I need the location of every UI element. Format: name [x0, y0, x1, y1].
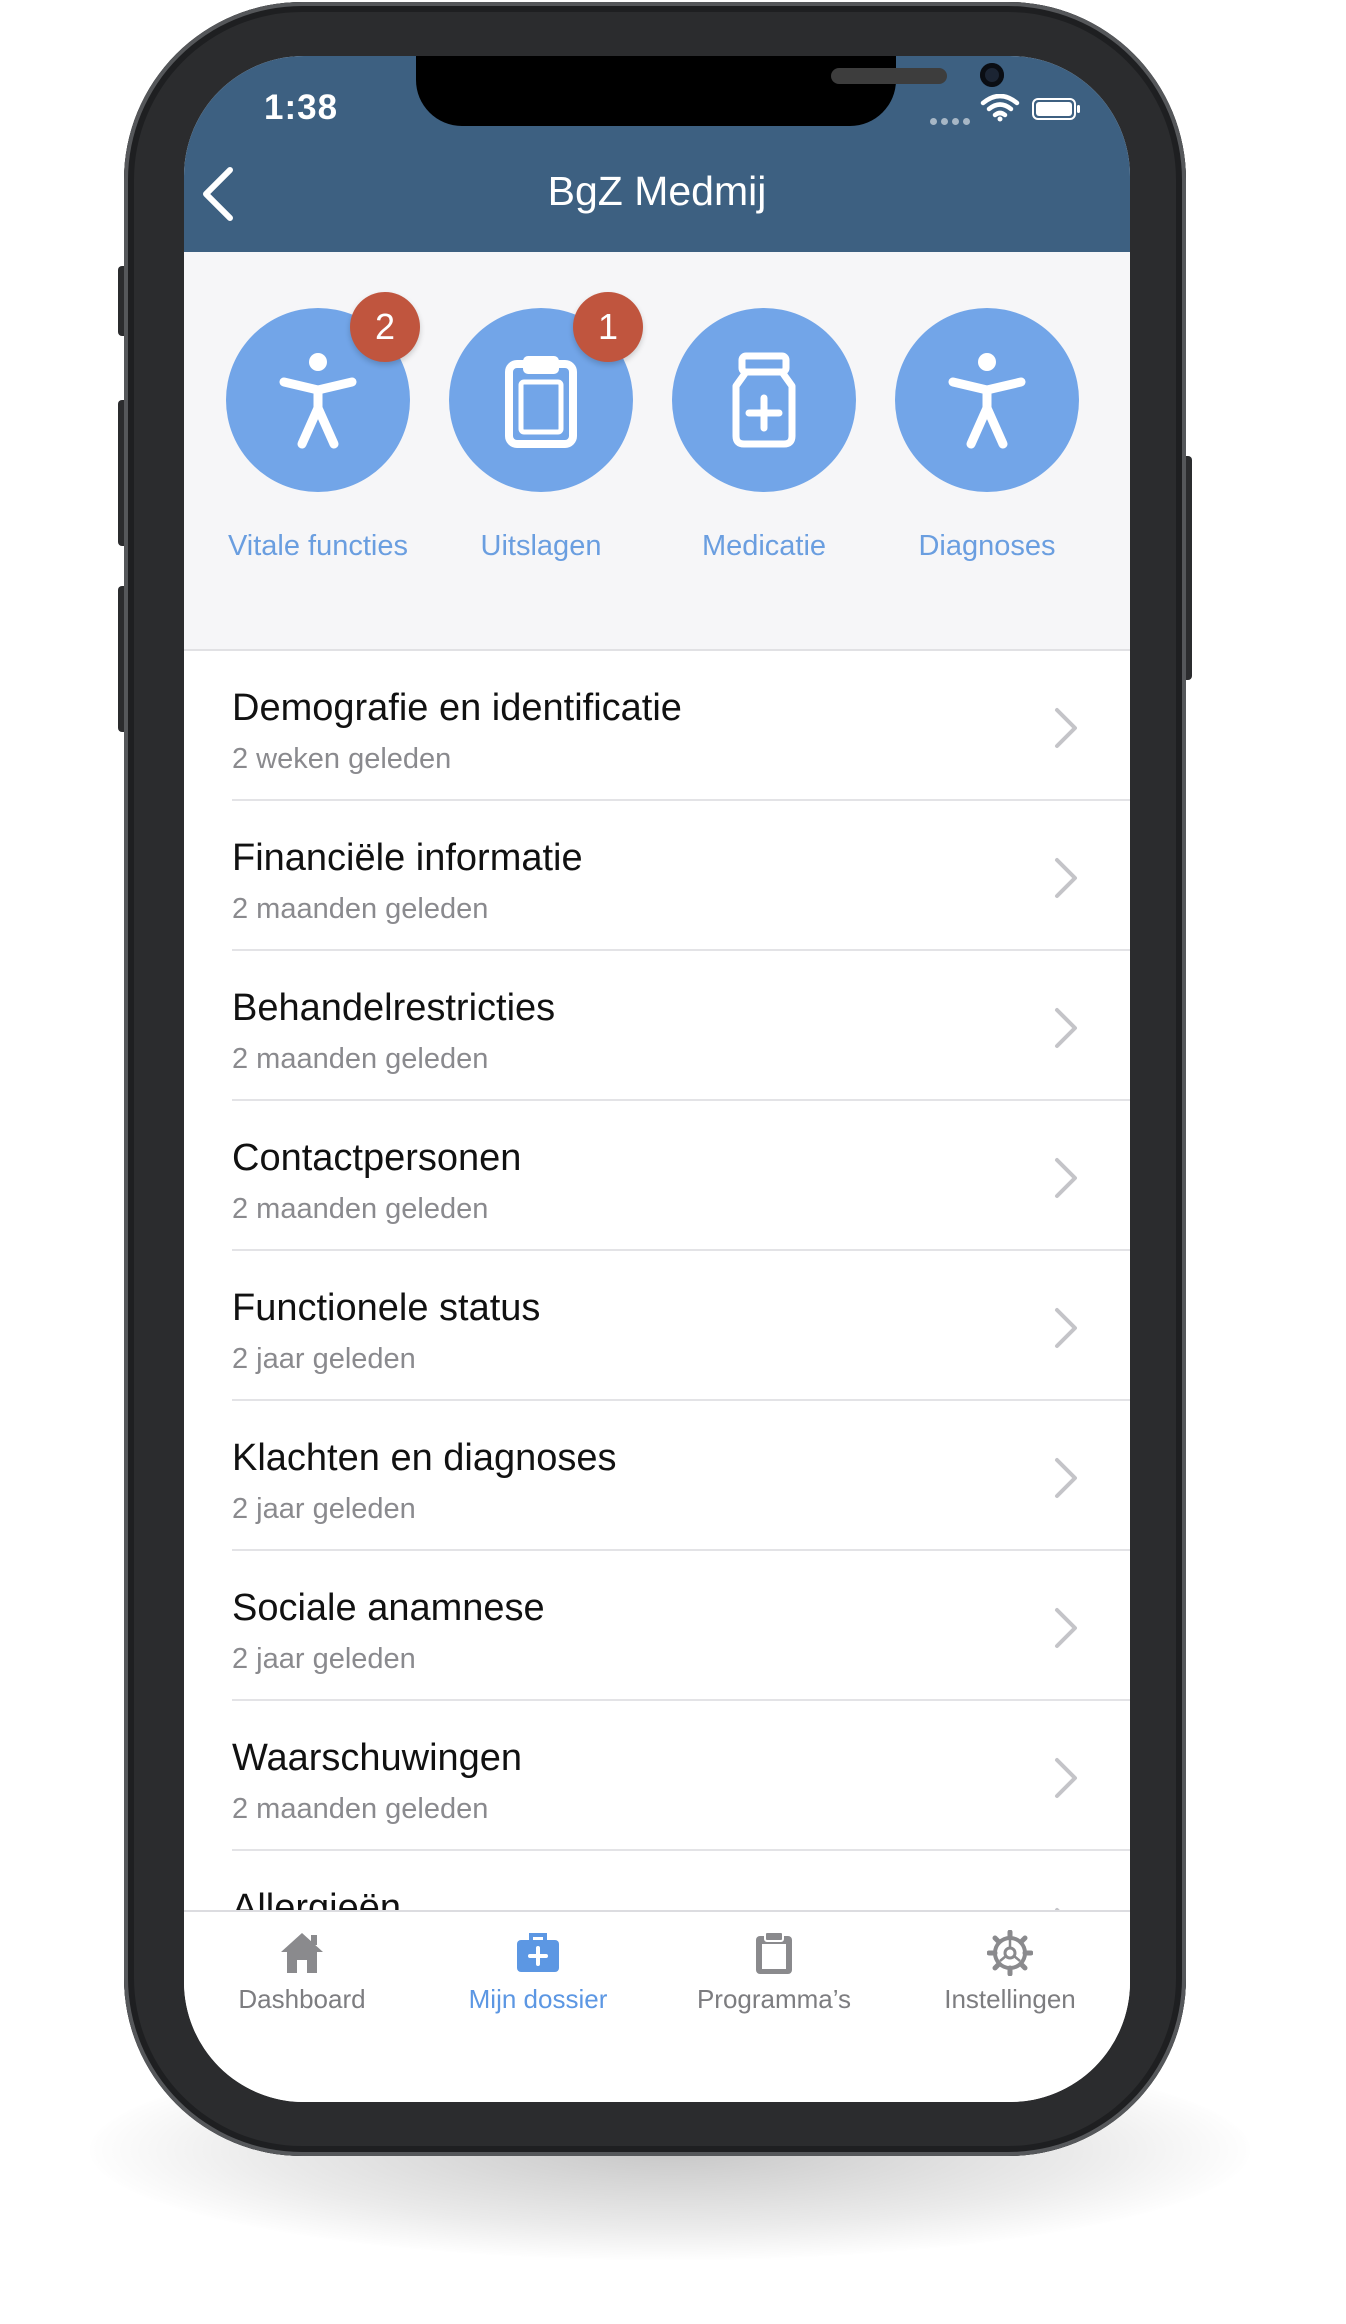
- clipboard-icon: [505, 356, 577, 448]
- list-item-subtitle: 2 maanden geleden: [232, 893, 489, 925]
- list-item-title: Klachten en diagnoses: [232, 1437, 617, 1479]
- person-figure-icon: [948, 353, 1026, 449]
- home-icon: [281, 1933, 323, 1973]
- clipboard-icon: [756, 1931, 792, 1974]
- person-figure-icon: [279, 353, 357, 449]
- notification-badge: 2: [350, 292, 420, 362]
- page-title: BgZ Medmij: [547, 168, 767, 214]
- quick-action-diagnoses[interactable]: Diagnoses: [875, 308, 1099, 563]
- chevron-right-icon: [1055, 858, 1077, 898]
- speaker-grille: [831, 68, 947, 84]
- quick-action-label: Uitslagen: [480, 530, 602, 562]
- tab-label: Dashboard: [238, 1984, 366, 2014]
- medicine-bottle-icon: [732, 352, 796, 448]
- list-item[interactable]: Contactpersonen 2 maanden geleden: [184, 1101, 1130, 1251]
- quick-action-label: Vitale functies: [227, 530, 409, 562]
- tab-label: Mijn dossier: [468, 1984, 608, 2014]
- tab-dashboard[interactable]: Dashboard: [184, 1930, 420, 2015]
- cellular-signal-icon: [930, 112, 974, 130]
- quick-action-label: Diagnoses: [918, 530, 1056, 562]
- list-item-title: Financiële informatie: [232, 837, 583, 879]
- quick-action-medicatie[interactable]: Medicatie: [652, 308, 876, 563]
- tab-programmas[interactable]: Programma’s: [656, 1930, 892, 2015]
- wifi-icon: [980, 94, 1020, 122]
- chevron-right-icon: [1055, 1308, 1077, 1348]
- chevron-right-icon: [1055, 1458, 1077, 1498]
- list-item[interactable]: Demografie en identificatie 2 weken gele…: [184, 651, 1130, 801]
- dossier-list: Demografie en identificatie 2 weken gele…: [184, 651, 1130, 2001]
- header-bar: 1:38 BgZ Medmij: [184, 56, 1130, 252]
- tab-mijn-dossier[interactable]: Mijn dossier: [420, 1930, 656, 2015]
- list-item-subtitle: 2 jaar geleden: [232, 1493, 416, 1525]
- list-item[interactable]: Klachten en diagnoses 2 jaar geleden: [184, 1401, 1130, 1551]
- device-notch: [416, 56, 1004, 126]
- list-item-subtitle: 2 weken geleden: [232, 743, 452, 775]
- chevron-right-icon: [1055, 1158, 1077, 1198]
- list-item-title: Demografie en identificatie: [232, 687, 682, 729]
- chevron-right-icon: [1055, 708, 1077, 748]
- front-camera: [980, 63, 1004, 87]
- list-item-subtitle: 2 jaar geleden: [232, 1643, 416, 1675]
- quick-action-uitslagen[interactable]: 1 Uitslagen: [429, 292, 653, 563]
- tab-label: Instellingen: [944, 1984, 1076, 2014]
- list-item[interactable]: Functionele status 2 jaar geleden: [184, 1251, 1130, 1401]
- list-item-title: Functionele status: [232, 1287, 541, 1329]
- battery-icon: [1032, 98, 1080, 120]
- quick-action-circle: [895, 308, 1079, 492]
- quick-action-vitale-functies[interactable]: 2 Vitale functies: [206, 292, 430, 563]
- quick-action-circle: 2: [226, 292, 420, 492]
- list-item[interactable]: Waarschuwingen 2 maanden geleden: [184, 1701, 1130, 1851]
- tab-bar: Dashboard Mijn dossier Programma’s Inste…: [184, 1910, 1130, 2102]
- list-item-subtitle: 2 maanden geleden: [232, 1793, 489, 1825]
- quick-action-label: Medicatie: [701, 530, 827, 562]
- chevron-right-icon: [1055, 1608, 1077, 1648]
- quick-action-circle: [672, 308, 856, 492]
- tab-instellingen[interactable]: Instellingen: [892, 1930, 1128, 2015]
- list-item-title: Contactpersonen: [232, 1137, 522, 1179]
- list-item-subtitle: 2 jaar geleden: [232, 1343, 416, 1375]
- list-item[interactable]: Financiële informatie 2 maanden geleden: [184, 801, 1130, 951]
- status-time: 1:38: [264, 88, 339, 127]
- list-item-title: Sociale anamnese: [232, 1587, 545, 1629]
- list-item[interactable]: Sociale anamnese 2 jaar geleden: [184, 1551, 1130, 1701]
- chevron-right-icon: [1055, 1008, 1077, 1048]
- list-item[interactable]: Behandelrestricties 2 maanden geleden: [184, 951, 1130, 1101]
- list-item-title: Waarschuwingen: [232, 1737, 523, 1779]
- quick-actions: 2 Vitale functies 1 Uitslagen Medicatie …: [184, 252, 1130, 651]
- list-item-subtitle: 2 maanden geleden: [232, 1193, 489, 1225]
- quick-action-circle: 1: [449, 292, 643, 492]
- medical-kit-icon: [517, 1933, 559, 1972]
- tab-label: Programma’s: [696, 1984, 852, 2014]
- app-screen: 1:38 BgZ Medmij 2 Vitale functies 1 Uits…: [184, 56, 1130, 2102]
- list-item-subtitle: 2 maanden geleden: [232, 1043, 489, 1075]
- gear-icon: [987, 1930, 1033, 1976]
- list-item-title: Behandelrestricties: [232, 987, 556, 1029]
- notification-badge: 1: [573, 292, 643, 362]
- chevron-right-icon: [1055, 1758, 1077, 1798]
